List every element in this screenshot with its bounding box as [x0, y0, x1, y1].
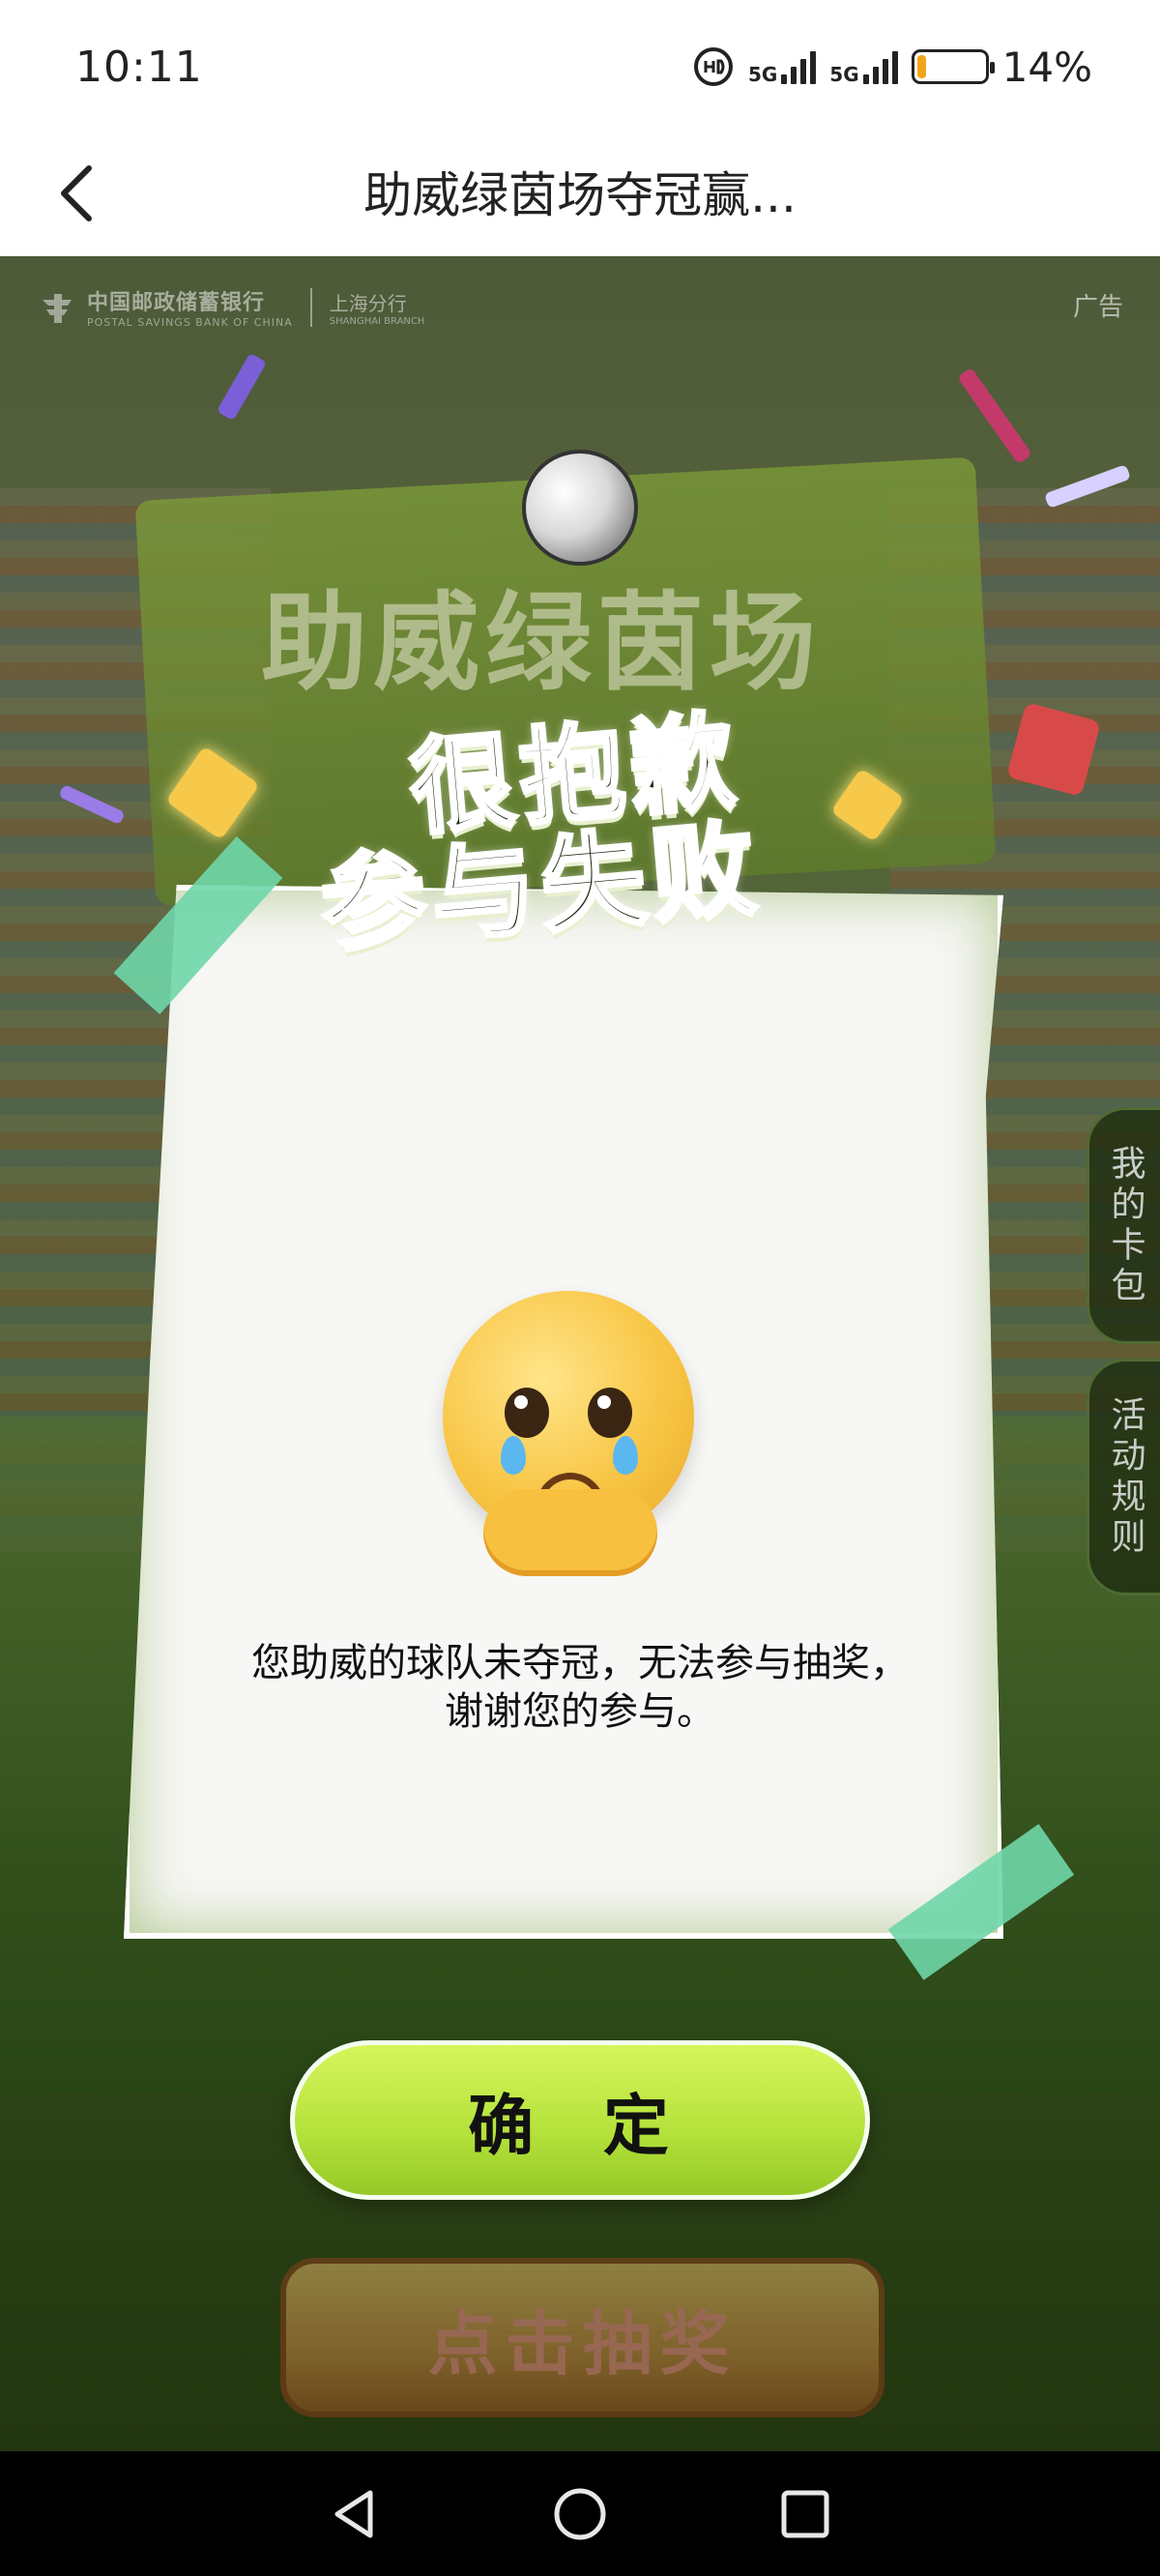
status-icons: 5G 5G 14% [692, 43, 1092, 91]
network-type-1: 5G [747, 63, 778, 86]
activity-rules-tab[interactable]: 活动规则 [1087, 1359, 1160, 1595]
campaign-title: 助威绿茵场 [261, 581, 822, 705]
confetti [216, 352, 268, 422]
tear-right [613, 1436, 638, 1475]
eye-right [588, 1388, 632, 1438]
crying-face-icon [443, 1291, 694, 1576]
my-card-wallet-label: 我的卡包 [1105, 1144, 1146, 1307]
title-bar: 助威绿茵场夺冠赢... [0, 135, 1160, 256]
campaign-content: 中国邮政储蓄银行 POSTAL SAVINGS BANK OF CHINA 上海… [0, 256, 1160, 2451]
ad-label: 广告 [1072, 293, 1123, 322]
signal-2: 5G [829, 49, 898, 86]
bank-name-en: POSTAL SAVINGS BANK OF CHINA [87, 316, 293, 329]
soccer-ball-icon [522, 450, 638, 566]
battery-icon [911, 49, 995, 84]
branch-name-cn: 上海分行 [329, 291, 407, 315]
postal-bank-logo-icon [43, 293, 72, 323]
status-bar: 10:11 5G 5G 14% [0, 0, 1160, 135]
bank-logo: 中国邮政储蓄银行 POSTAL SAVINGS BANK OF CHINA 上海… [39, 285, 424, 329]
battery-level-fill [916, 55, 927, 78]
confirm-button[interactable]: 确 定 [290, 2040, 870, 2200]
status-time: 10:11 [75, 43, 203, 92]
eye-left [505, 1388, 549, 1438]
signal-bars-2-icon [862, 49, 898, 84]
draw-lottery-button[interactable]: 点击抽奖 [280, 2258, 884, 2417]
triangle-back-icon [334, 2490, 373, 2537]
signal-1: 5G [747, 49, 817, 86]
my-card-wallet-tab[interactable]: 我的卡包 [1087, 1107, 1160, 1344]
nav-recents-button[interactable] [771, 2480, 839, 2548]
square-recents-icon [781, 2490, 829, 2537]
logo-divider [309, 287, 312, 327]
tear-left [501, 1436, 526, 1475]
confirm-button-label: 确 定 [468, 2089, 692, 2165]
circle-home-icon [554, 2488, 606, 2539]
dialog-message: 您助威的球队未夺冠，无法参与抽奖，谢谢您的参与。 [251, 1641, 909, 1734]
nav-home-button[interactable] [546, 2480, 614, 2548]
chevron-left-icon [61, 165, 92, 221]
bank-name-cn: 中国邮政储蓄银行 [87, 291, 266, 315]
activity-rules-label: 活动规则 [1105, 1395, 1146, 1559]
hd-call-icon [693, 47, 733, 86]
page-title: 助威绿茵场夺冠赢... [363, 167, 797, 223]
branch-name-en: SHANGHAI BRANCH [329, 315, 425, 327]
battery-percent: 14% [1001, 43, 1092, 91]
draw-lottery-label: 点击抽奖 [427, 2303, 738, 2385]
hands [483, 1489, 657, 1576]
system-nav-bar [0, 2451, 1160, 2576]
nav-back-button[interactable] [321, 2480, 389, 2548]
confetti [957, 366, 1032, 465]
back-button[interactable] [39, 155, 116, 232]
network-type-2: 5G [829, 63, 859, 86]
signal-bars-1-icon [781, 49, 817, 84]
